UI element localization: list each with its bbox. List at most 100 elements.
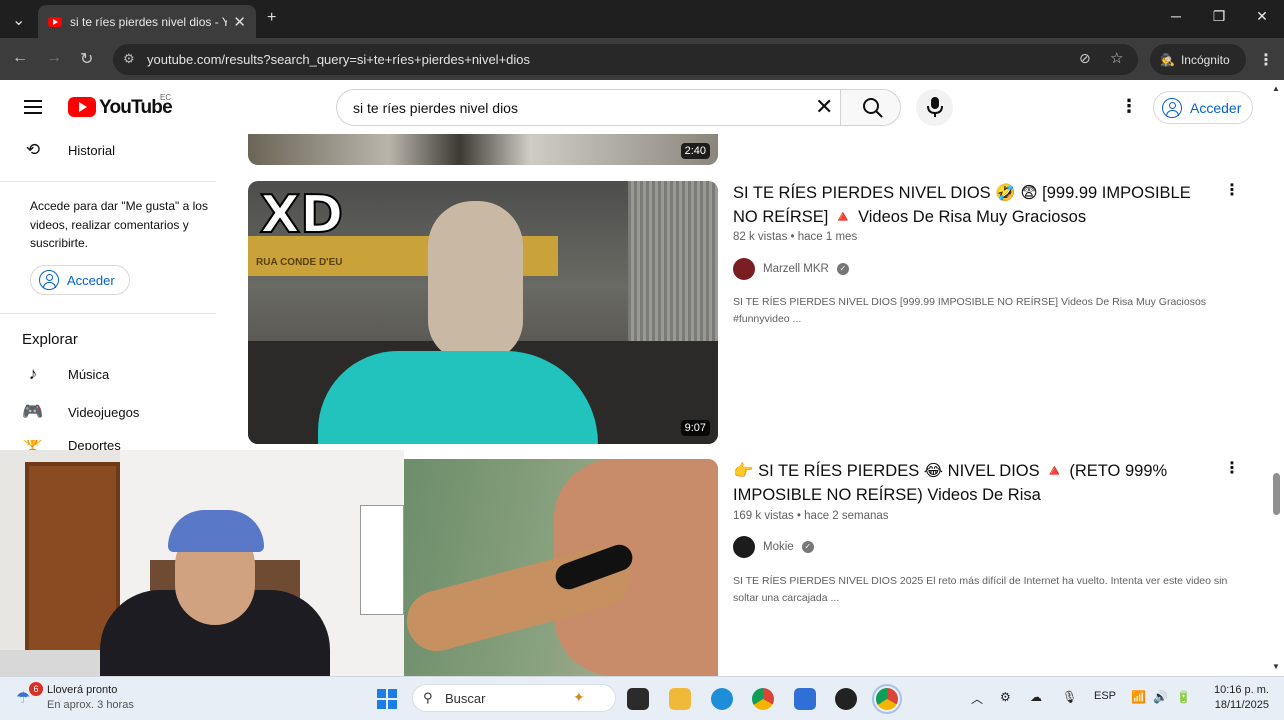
task-view-icon[interactable] bbox=[627, 688, 649, 710]
weather-title[interactable]: Lloverá pronto bbox=[47, 684, 117, 696]
battery-icon[interactable]: 🔋 bbox=[1176, 690, 1191, 704]
store-sign-text: RUA CONDE D'EU bbox=[256, 257, 343, 268]
edge-browser-icon[interactable] bbox=[711, 688, 733, 710]
page-scrollbar[interactable] bbox=[1270, 84, 1284, 676]
thumbnail-caption: XD bbox=[259, 184, 344, 246]
url-text: youtube.com/results?search_query=si+te+r… bbox=[147, 52, 531, 67]
account-icon bbox=[1162, 97, 1182, 118]
clear-search-icon[interactable]: ✕ bbox=[815, 94, 833, 120]
microphone-icon bbox=[927, 97, 943, 117]
tab-title: si te ríes pierdes nivel dios - You bbox=[70, 14, 228, 29]
video-thumbnail[interactable]: RUA CONDE D'EU XD 9:07 bbox=[248, 181, 718, 444]
video-thumbnail[interactable]: 2:40 bbox=[248, 134, 718, 165]
clock-time[interactable]: 10:16 p. m. bbox=[1207, 684, 1269, 696]
country-code: EC bbox=[160, 93, 172, 102]
tab-close-icon[interactable]: ✕ bbox=[233, 13, 246, 31]
sidebar-item-label: Música bbox=[68, 366, 110, 382]
channel-name[interactable]: Mokie bbox=[763, 541, 794, 553]
new-tab-button[interactable]: + bbox=[267, 9, 276, 27]
sidebar-signin-button[interactable]: Acceder bbox=[30, 265, 130, 295]
eye-off-icon[interactable]: ⊘ bbox=[1079, 50, 1091, 67]
meta-separator: • bbox=[787, 231, 798, 243]
channel-link[interactable]: Marzell MKR ✓ bbox=[733, 258, 849, 280]
video-meta: 169 k vistas • hace 2 semanas bbox=[733, 510, 889, 522]
taskbar-search[interactable]: ⚲ Buscar ✦ bbox=[412, 684, 616, 712]
store-app-icon[interactable] bbox=[794, 688, 816, 710]
tray-app-icon[interactable]: ⚙ bbox=[1000, 690, 1011, 704]
webcam-overlay bbox=[0, 450, 404, 678]
tray-cloud-icon[interactable]: ☁ bbox=[1030, 690, 1042, 704]
video-title[interactable]: 👉 SI TE RÍES PIERDES 😂 NIVEL DIOS 🔺 (RET… bbox=[733, 459, 1213, 507]
reload-icon[interactable]: ↻ bbox=[80, 49, 93, 69]
incognito-label: Incógnito bbox=[1180, 52, 1230, 67]
start-windows-icon[interactable] bbox=[376, 688, 398, 710]
channel-name[interactable]: Marzell MKR bbox=[763, 263, 829, 275]
tray-chevron-icon[interactable]: ︿ bbox=[971, 690, 983, 707]
upload-age: hace 1 mes bbox=[797, 231, 858, 243]
trophy-icon: 🏆 bbox=[22, 440, 44, 450]
weather-subtitle: En aprox. 3 horas bbox=[47, 699, 134, 711]
sidebar-item-label: Deportes bbox=[68, 440, 121, 450]
chrome-icon[interactable] bbox=[752, 688, 774, 710]
meta-separator: • bbox=[793, 510, 805, 522]
scroll-down-icon[interactable]: ▼ bbox=[1272, 662, 1280, 671]
video-kebab-icon[interactable]: ⋮ bbox=[1224, 180, 1240, 200]
header-signin-label: Acceder bbox=[1190, 99, 1242, 116]
wifi-icon[interactable]: 📶 bbox=[1131, 690, 1146, 704]
scroll-up-icon[interactable]: ▲ bbox=[1272, 84, 1280, 93]
browser-tab[interactable]: si te ríes pierdes nivel dios - You ✕ bbox=[38, 5, 256, 38]
sidebar-divider bbox=[0, 181, 216, 182]
weather-icon[interactable]: ☂ bbox=[16, 688, 30, 708]
signin-prompt: Accede para dar "Me gusta" a los videos,… bbox=[30, 199, 208, 250]
sidebar-item-label: Historial bbox=[68, 142, 115, 158]
music-note-icon: ♪ bbox=[28, 364, 38, 383]
verified-check-icon: ✓ bbox=[836, 263, 849, 275]
address-bar[interactable]: ⚙ youtube.com/results?search_query=si+te… bbox=[113, 44, 1138, 75]
tray-mic-icon[interactable]: 🎙 bbox=[1062, 690, 1077, 704]
youtube-logo-icon[interactable] bbox=[68, 97, 96, 117]
maximize-icon[interactable]: ❐ bbox=[1209, 8, 1229, 25]
minimize-icon[interactable]: ─ bbox=[1166, 8, 1186, 24]
header-signin-button[interactable]: Acceder bbox=[1153, 91, 1253, 124]
site-info-icon[interactable]: ⚙ bbox=[123, 51, 135, 67]
channel-avatar[interactable] bbox=[733, 258, 755, 280]
browser-menu-icon[interactable]: ⋮ bbox=[1258, 50, 1274, 70]
incognito-icon: 🕵 bbox=[1160, 52, 1175, 67]
recording-app-icon[interactable] bbox=[835, 688, 857, 710]
sidebar-divider bbox=[0, 313, 216, 314]
search-input[interactable]: si te ríes pierdes nivel dios bbox=[353, 100, 518, 116]
bookmark-star-icon[interactable]: ☆ bbox=[1110, 49, 1123, 67]
volume-icon[interactable]: 🔊 bbox=[1153, 690, 1168, 704]
sidebar-item-gaming[interactable]: 🎮 Videojuegos bbox=[22, 402, 139, 422]
back-icon[interactable]: ← bbox=[12, 49, 28, 67]
language-indicator[interactable]: ESP bbox=[1094, 690, 1116, 702]
video-kebab-icon[interactable]: ⋮ bbox=[1224, 458, 1240, 478]
sidebar-signin-label: Acceder bbox=[67, 272, 115, 288]
channel-avatar[interactable] bbox=[733, 536, 755, 558]
window-close-icon[interactable]: ✕ bbox=[1252, 8, 1272, 25]
scrollbar-thumb[interactable] bbox=[1273, 473, 1280, 515]
menu-hamburger-icon[interactable] bbox=[24, 100, 42, 114]
forward-icon[interactable]: → bbox=[46, 49, 62, 67]
video-description: SI TE RÍES PIERDES NIVEL DIOS [999.99 IM… bbox=[733, 296, 1207, 325]
channel-link[interactable]: Mokie ✓ bbox=[733, 536, 814, 558]
upload-age: hace 2 semanas bbox=[804, 510, 889, 522]
video-title[interactable]: SI TE RÍES PIERDES NIVEL DIOS 🤣 😨 [999.9… bbox=[733, 181, 1213, 229]
sidebar-item-music[interactable]: ♪ Música bbox=[22, 364, 109, 384]
search-button[interactable] bbox=[840, 90, 900, 125]
incognito-indicator[interactable]: 🕵 Incógnito bbox=[1150, 44, 1246, 75]
file-explorer-icon[interactable] bbox=[669, 688, 691, 710]
copilot-sparkle-icon: ✦ bbox=[573, 689, 585, 705]
youtube-favicon-icon bbox=[48, 16, 62, 27]
tab-search-icon[interactable]: ⌄ bbox=[12, 10, 25, 30]
video-description: SI TE RÍES PIERDES NIVEL DIOS 2025 El re… bbox=[733, 575, 1228, 604]
sidebar-item-history[interactable]: ⟲ Historial bbox=[22, 140, 115, 160]
search-box[interactable]: si te ríes pierdes nivel dios ✕ bbox=[336, 89, 901, 126]
clock-date[interactable]: 18/11/2025 bbox=[1207, 699, 1269, 711]
voice-search-button[interactable] bbox=[916, 89, 953, 126]
view-count: 169 k vistas bbox=[733, 510, 794, 522]
video-thumbnail[interactable] bbox=[404, 459, 718, 676]
sidebar-item-sports[interactable]: 🏆 Deportes bbox=[22, 440, 121, 450]
settings-kebab-icon[interactable]: ⋮ bbox=[1120, 96, 1138, 117]
chrome-active-icon[interactable] bbox=[872, 684, 902, 714]
